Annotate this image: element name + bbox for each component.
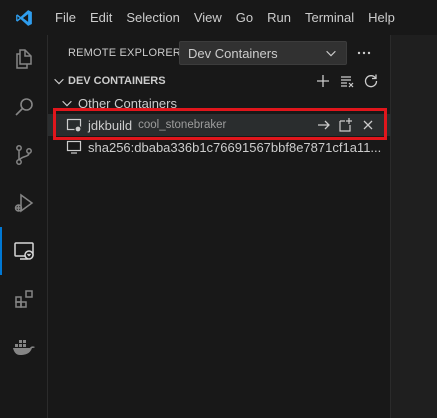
explorer-icon[interactable]	[0, 35, 48, 83]
menu-go[interactable]: Go	[229, 0, 260, 35]
arrow-right-icon[interactable]	[314, 115, 334, 135]
section-title: DEV CONTAINERS	[68, 75, 166, 87]
menu-file[interactable]: File	[48, 0, 83, 35]
refresh-icon[interactable]	[361, 71, 381, 91]
menu-help[interactable]: Help	[361, 0, 402, 35]
monitor-icon	[66, 139, 82, 155]
dropdown-value: Dev Containers	[188, 45, 278, 61]
more-actions-icon[interactable]	[354, 43, 374, 63]
group-label: Other Containers	[78, 95, 177, 111]
menu-bar: File Edit Selection View Go Run Terminal…	[0, 0, 437, 35]
other-containers-group[interactable]: Other Containers	[48, 92, 391, 114]
container-stopped-icon	[66, 117, 82, 133]
menu-edit[interactable]: Edit	[83, 0, 119, 35]
container-row-actions	[314, 114, 378, 136]
run-debug-icon[interactable]	[0, 179, 48, 227]
remote-explorer-sidebar: REMOTE EXPLORER Dev Containers DEV CONTA…	[48, 35, 391, 418]
container-image-row[interactable]: sha256:dbaba336b1c76691567bbf8e7871cf1a1…	[48, 136, 391, 158]
dev-containers-section-header[interactable]: DEV CONTAINERS	[48, 70, 391, 92]
source-control-icon[interactable]	[0, 131, 48, 179]
search-icon[interactable]	[0, 83, 48, 131]
menu-selection[interactable]: Selection	[119, 0, 186, 35]
menu-view[interactable]: View	[187, 0, 229, 35]
activity-bar	[0, 35, 48, 418]
chevron-down-icon	[324, 46, 338, 60]
remote-explorer-icon[interactable]	[0, 227, 48, 275]
container-row-jdkbuild[interactable]: jdkbuild cool_stonebraker	[48, 114, 391, 136]
close-icon[interactable]	[358, 115, 378, 135]
container-description: cool_stonebraker	[138, 119, 227, 131]
chevron-down-icon	[52, 74, 66, 88]
extensions-icon[interactable]	[0, 275, 48, 323]
chevron-down-icon	[60, 96, 74, 110]
menu-run[interactable]: Run	[260, 0, 298, 35]
new-window-icon[interactable]	[336, 115, 356, 135]
sidebar-title: REMOTE EXPLORER	[68, 46, 182, 59]
container-name: jdkbuild	[88, 117, 133, 133]
image-label: sha256:dbaba336b1c76691567bbf8e7871cf1a1…	[88, 139, 382, 155]
menu-terminal[interactable]: Terminal	[298, 0, 361, 35]
new-container-icon[interactable]	[313, 71, 333, 91]
vscode-logo-icon[interactable]	[0, 0, 48, 35]
section-actions	[313, 70, 381, 92]
docker-icon[interactable]	[0, 323, 48, 371]
editor-area	[391, 35, 437, 418]
remote-type-dropdown[interactable]: Dev Containers	[179, 41, 347, 65]
clear-all-icon[interactable]	[337, 71, 357, 91]
